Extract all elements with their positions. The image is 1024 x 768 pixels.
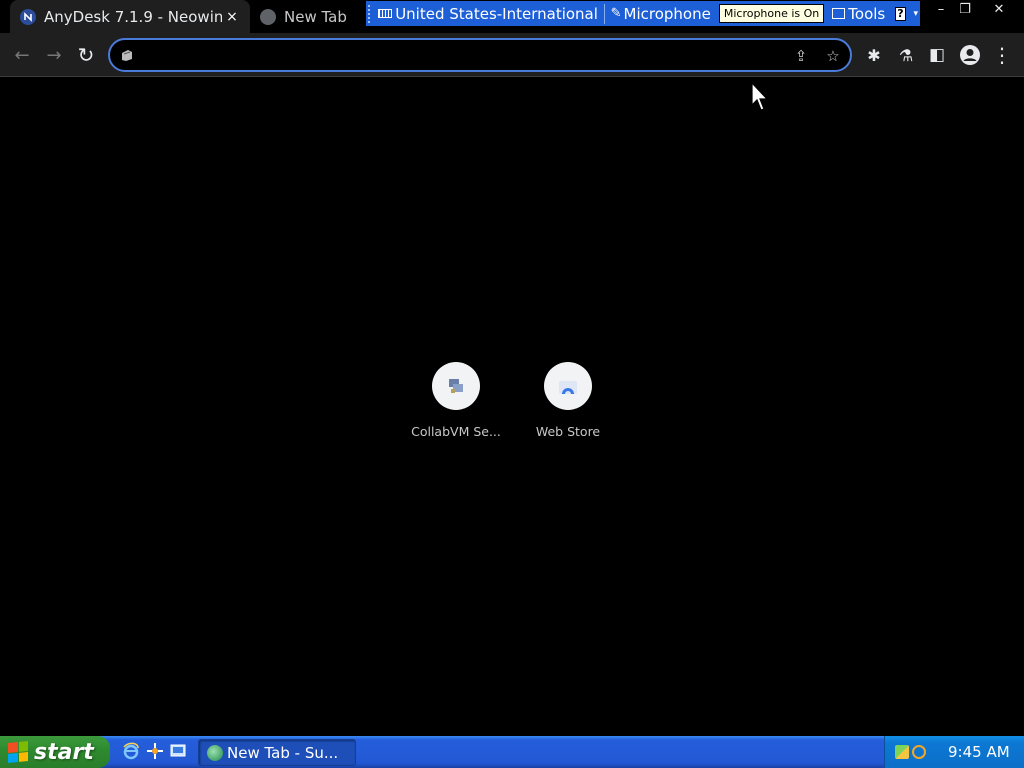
browser-toolbar: ← → ↻ ⇪ ☆ ✱ ⚗ ◧ ⋮: [0, 33, 1024, 77]
browser-app-icon: [207, 744, 223, 761]
tray-network-icon[interactable]: [895, 745, 909, 759]
shortcut-label: CollabVM Se...: [411, 424, 501, 439]
globe-icon: [260, 8, 276, 25]
tools-label: Tools: [848, 4, 886, 23]
bookmark-star-icon[interactable]: ☆: [822, 45, 844, 67]
shortcut-web-store[interactable]: Web Store: [518, 362, 618, 452]
keyboard-layout-label: United States-International: [395, 4, 598, 23]
tab-anydesk[interactable]: AnyDesk 7.1.9 - Neowin ×: [10, 0, 250, 33]
tab-close-button[interactable]: ×: [222, 7, 242, 27]
language-bar-options-button[interactable]: ▾: [912, 1, 920, 26]
tab-title: AnyDesk 7.1.9 - Neowin: [44, 7, 222, 26]
close-window-button[interactable]: ✕: [984, 0, 1014, 18]
back-button[interactable]: ←: [7, 40, 37, 70]
reload-button[interactable]: ↻: [71, 40, 101, 70]
extensions-icon[interactable]: ✱: [859, 40, 889, 70]
language-bar: United States-International ✎ Microphone…: [366, 1, 920, 26]
shortcut-label: Web Store: [535, 424, 601, 439]
internet-explorer-icon[interactable]: [122, 742, 140, 760]
shortcut-collabvm[interactable]: CollabVM Se...: [406, 362, 506, 452]
microphone-label: Microphone: [623, 4, 711, 23]
clock[interactable]: 9:45 AM: [948, 743, 1010, 761]
keyboard-layout-button[interactable]: United States-International: [374, 1, 602, 26]
start-label: start: [34, 739, 94, 765]
windows-flag-icon: [8, 740, 28, 764]
tab-new-tab[interactable]: New Tab: [252, 0, 364, 33]
address-input[interactable]: [142, 44, 742, 66]
menu-kebab-icon[interactable]: ⋮: [987, 40, 1017, 70]
tab-title: New Tab: [284, 7, 347, 26]
tools-icon: [832, 8, 846, 19]
keyboard-icon: [378, 9, 393, 18]
collabvm-icon: [432, 362, 480, 410]
forward-button[interactable]: →: [39, 40, 69, 70]
system-tray: 9:45 AM: [884, 736, 1024, 768]
share-icon[interactable]: ⇪: [790, 45, 812, 67]
mouse-pointer-icon: [751, 82, 769, 111]
microphone-button[interactable]: ✎ Microphone: [607, 1, 715, 26]
start-button[interactable]: start: [0, 736, 110, 768]
media-player-icon[interactable]: [146, 742, 164, 760]
show-desktop-icon[interactable]: [169, 742, 187, 760]
tray-search-icon[interactable]: [912, 745, 926, 759]
microphone-icon: ✎: [610, 6, 622, 21]
omnibox[interactable]: ⇪ ☆: [108, 38, 852, 72]
labs-flask-icon[interactable]: ⚗: [891, 40, 921, 70]
tools-button[interactable]: Tools: [828, 1, 889, 26]
taskbar-button-new-tab[interactable]: New Tab - Su...: [198, 739, 356, 766]
taskbar: start New Tab - Su... 9:45 AM: [0, 736, 1024, 768]
restore-button[interactable]: ❐: [950, 0, 980, 18]
neowin-favicon-icon: [20, 8, 36, 25]
web-store-icon: [544, 362, 592, 410]
site-info-icon: [122, 50, 132, 61]
separator: [603, 3, 605, 24]
side-panel-icon[interactable]: ◧: [922, 40, 952, 70]
task-button-label: New Tab - Su...: [227, 743, 339, 762]
profile-avatar-icon[interactable]: [955, 40, 985, 70]
microphone-status-tooltip: Microphone is On: [718, 4, 825, 23]
help-icon[interactable]: ?: [895, 6, 906, 21]
